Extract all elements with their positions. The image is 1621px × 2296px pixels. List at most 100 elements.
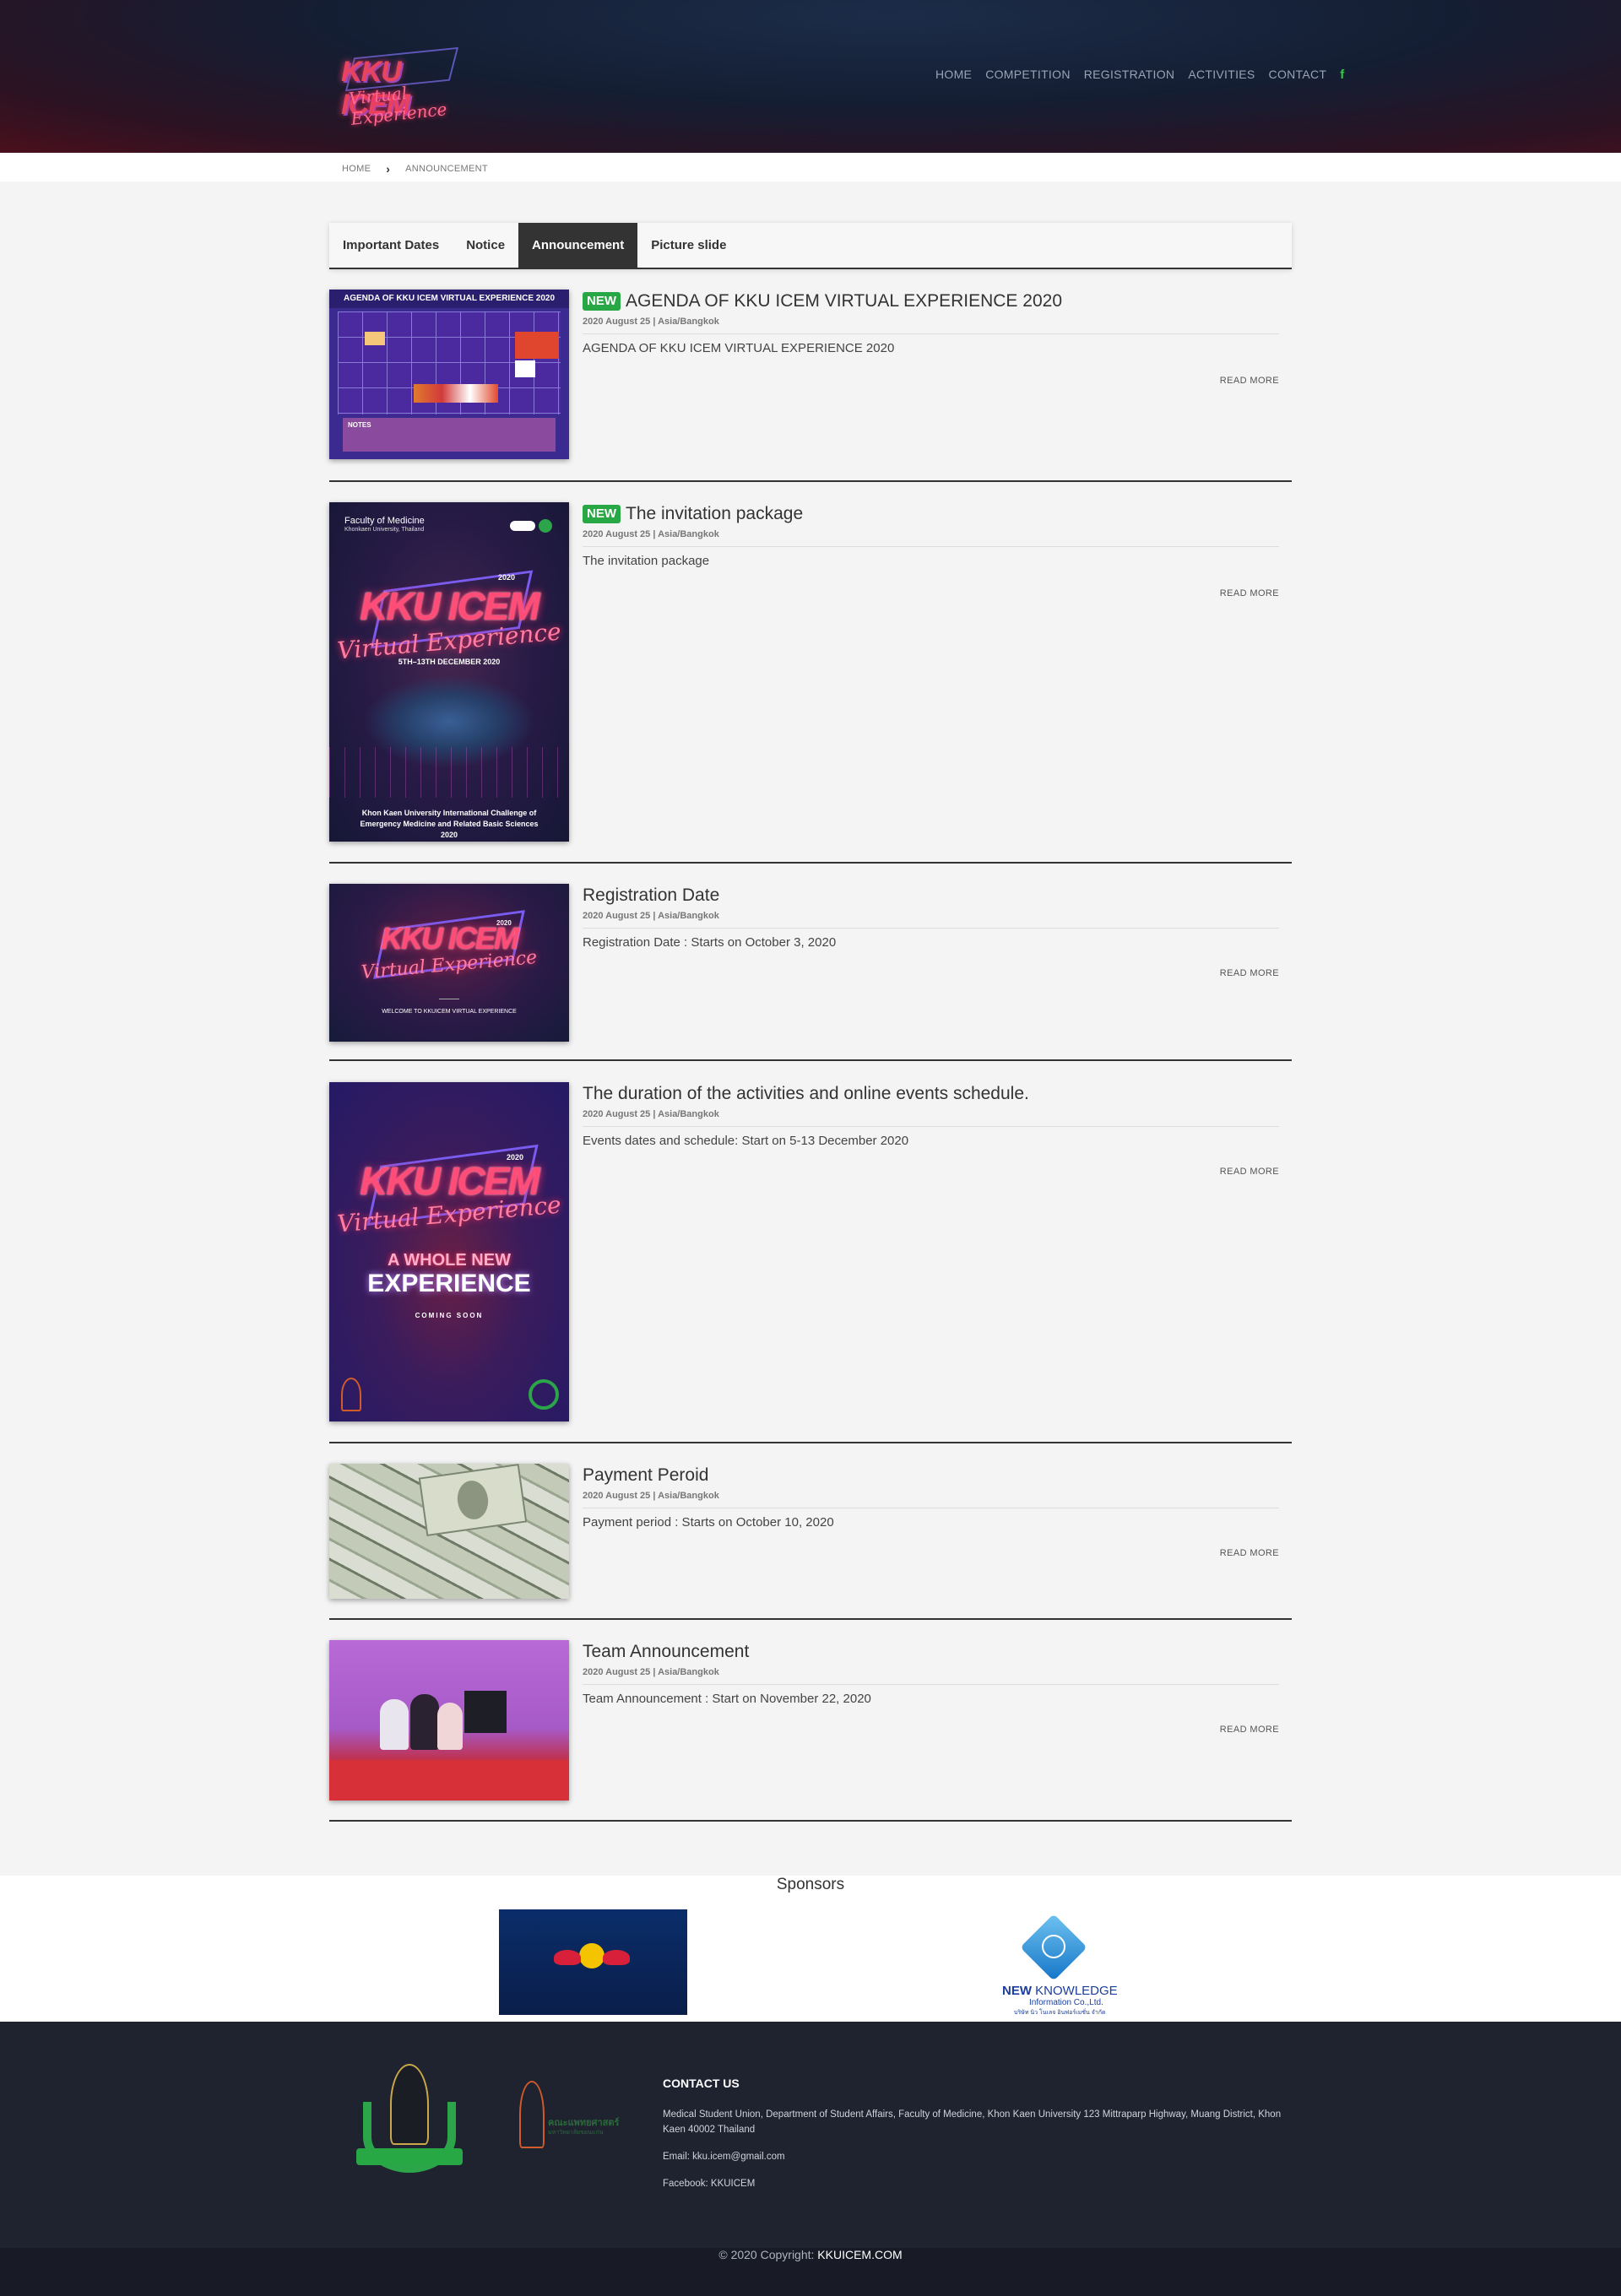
poster-university: Khonkaen University, Thailand [344, 527, 425, 533]
news-content: NEW The invitation package 2020 August 2… [583, 502, 1279, 598]
breadcrumb-home[interactable]: HOME [342, 164, 371, 174]
news-description: AGENDA OF KKU ICEM VIRTUAL EXPERIENCE 20… [583, 341, 895, 355]
news-title[interactable]: NEW The invitation package [583, 502, 1279, 526]
copyright-text: © 2020 Copyright: [718, 2248, 815, 2261]
contact-facebook[interactable]: Facebook: KKUICEM [663, 2176, 1283, 2191]
agenda-cell [515, 332, 559, 359]
news-content: NEW AGENDA OF KKU ICEM VIRTUAL EXPERIENC… [583, 290, 1279, 386]
breadcrumb-bar: HOME › ANNOUNCEMENT [0, 153, 1621, 181]
agenda-thumb-title: AGENDA OF KKU ICEM VIRTUAL EXPERIENCE 20… [329, 290, 569, 308]
contact-address: Medical Student Union, Department of Stu… [663, 2109, 1282, 2135]
poster-dates: 5TH–13TH DECEMBER 2020 [398, 658, 501, 666]
nk-knowledge: KNOWLEDGE [1035, 1984, 1118, 1998]
news-title[interactable]: The duration of the activities and onlin… [583, 1082, 1279, 1106]
nav-activities[interactable]: ACTIVITIES [1188, 68, 1255, 82]
news-item-payment: Payment Peroid 2020 August 25 | Asia/Ban… [329, 1464, 1292, 1620]
duration-thumbnail[interactable]: 2020 KKU ICEM Virtual Experience A WHOLE… [329, 1082, 569, 1421]
news-description: Events dates and schedule: Start on 5-13… [583, 1134, 909, 1148]
newknowledge-sponsor-logo[interactable]: NEW KNOWLEDGE Information Co.,Ltd. บริษั… [1000, 1909, 1127, 2016]
seal-emblem [390, 2064, 429, 2145]
globe-icon [1042, 1935, 1065, 1958]
invitation-thumbnail[interactable]: Faculty of Medicine Khonkaen University,… [329, 502, 569, 842]
news-title-text: The invitation package [626, 504, 804, 523]
nav-contact[interactable]: CONTACT [1269, 68, 1327, 82]
news-content: Payment Peroid 2020 August 25 | Asia/Ban… [583, 1464, 1279, 1558]
nk-name: NEW KNOWLEDGE [1002, 1984, 1118, 1998]
contact-heading: CONTACT US [663, 2077, 740, 2090]
news-title[interactable]: Payment Peroid [583, 1464, 1279, 1487]
news-item-invitation: Faculty of Medicine Khonkaen University,… [329, 502, 1292, 864]
desk [329, 1760, 569, 1801]
person [380, 1699, 409, 1750]
contact-block: CONTACT US Medical Student Union, Depart… [663, 2077, 1283, 2203]
copyright-bar: © 2020 Copyright: KKUICEM.COM [0, 2248, 1621, 2296]
news-description: Payment period : Starts on October 10, 2… [583, 1515, 834, 1530]
poster-grid-floor [329, 747, 569, 798]
tab-picture-slide[interactable]: Picture slide [637, 223, 740, 268]
tab-announcement[interactable]: Announcement [518, 223, 638, 268]
monitor [464, 1691, 507, 1733]
bull-icon [603, 1950, 630, 1965]
poster-faculty: Faculty of Medicine [344, 516, 425, 526]
flame-icon [519, 2081, 545, 2148]
poster-logo-badge [510, 521, 535, 531]
read-more-link[interactable]: READ MORE [1220, 1725, 1279, 1735]
chevron-right-icon: › [386, 162, 391, 176]
nav-home[interactable]: HOME [935, 68, 972, 82]
redbull-sponsor-logo[interactable] [499, 1909, 687, 2015]
read-more-link[interactable]: READ MORE [1220, 968, 1279, 978]
payment-thumbnail[interactable] [329, 1464, 569, 1599]
news-meta: 2020 August 25 | Asia/Bangkok [583, 529, 1279, 547]
nav-competition[interactable]: COMPETITION [985, 68, 1071, 82]
faculty-lamp-logo: คณะแพทยศาสตร์ มหาวิทยาลัยขอนแก่น [511, 2081, 629, 2157]
site-footer: คณะแพทยศาสตร์ มหาวิทยาลัยขอนแก่น CONTACT… [0, 2022, 1621, 2248]
poster-coming-soon: COMING SOON [415, 1312, 484, 1319]
news-item-registration: 2020 KKU ICEM Virtual Experience WELCOME… [329, 884, 1292, 1061]
read-more-link[interactable]: READ MORE [1220, 1167, 1279, 1177]
kkuicem-logo[interactable]: KKU ICEM Virtual Experience [336, 46, 463, 129]
lamp-logo-subtext: มหาวิทยาลัยขอนแก่น [548, 2130, 604, 2136]
poster-seal-icon [539, 519, 552, 533]
category-tabs: Important Dates Notice Announcement Pict… [329, 223, 1292, 269]
news-description: Registration Date : Starts on October 3,… [583, 935, 837, 950]
copyright-site-link[interactable]: KKUICEM.COM [817, 2248, 902, 2261]
site-header: KKU ICEM Virtual Experience HOME COMPETI… [0, 0, 1621, 153]
agenda-thumbnail[interactable]: AGENDA OF KKU ICEM VIRTUAL EXPERIENCE 20… [329, 290, 569, 459]
contact-email[interactable]: Email: kku.icem@gmail.com [663, 2149, 1283, 2164]
news-title[interactable]: NEW AGENDA OF KKU ICEM VIRTUAL EXPERIENC… [583, 290, 1279, 313]
main-nav: HOME COMPETITION REGISTRATION ACTIVITIES… [935, 68, 1358, 82]
read-more-link[interactable]: READ MORE [1220, 376, 1279, 386]
agenda-cell [365, 332, 385, 345]
lamp-logo-icon [341, 1378, 361, 1411]
tab-notice[interactable]: Notice [453, 223, 518, 268]
seal-logo-icon [529, 1379, 559, 1410]
breadcrumb-current: ANNOUNCEMENT [405, 164, 488, 174]
facebook-icon[interactable]: f [1340, 68, 1344, 82]
news-title-text: Payment Peroid [583, 1465, 709, 1485]
news-meta: 2020 August 25 | Asia/Bangkok [583, 1109, 1279, 1127]
nk-thai-name: บริษัท นิว โนเลจ อินฟอร์เมชั่น จำกัด [1014, 2010, 1106, 2016]
news-title-text: Team Announcement [583, 1642, 750, 1661]
news-meta: 2020 August 25 | Asia/Bangkok [583, 1667, 1279, 1685]
news-item-agenda: AGENDA OF KKU ICEM VIRTUAL EXPERIENCE 20… [329, 290, 1292, 482]
registration-thumbnail[interactable]: 2020 KKU ICEM Virtual Experience WELCOME… [329, 884, 569, 1042]
agenda-notes-label: NOTES [348, 421, 371, 429]
news-title-text: AGENDA OF KKU ICEM VIRTUAL EXPERIENCE 20… [626, 291, 1062, 311]
nav-registration[interactable]: REGISTRATION [1084, 68, 1175, 82]
news-meta: 2020 August 25 | Asia/Bangkok [583, 317, 1279, 334]
poster-whole-new: A WHOLE NEW [388, 1251, 511, 1270]
news-content: The duration of the activities and onlin… [583, 1082, 1279, 1177]
read-more-link[interactable]: READ MORE [1220, 588, 1279, 598]
poster-footer: Khon Kaen University International Chall… [360, 809, 539, 839]
new-badge: NEW [583, 292, 621, 311]
read-more-link[interactable]: READ MORE [1220, 1548, 1279, 1558]
team-thumbnail[interactable] [329, 1640, 569, 1801]
seal-ribbon [356, 2148, 463, 2165]
sun-icon [579, 1943, 604, 1968]
tab-important-dates[interactable]: Important Dates [329, 223, 453, 268]
news-title[interactable]: Registration Date [583, 884, 1279, 907]
poster-year: 2020 [498, 573, 516, 582]
agenda-cell [414, 384, 498, 403]
sponsors-section: Sponsors NEW KNOWLEDGE Information Co.,L… [0, 1876, 1621, 2022]
news-title[interactable]: Team Announcement [583, 1640, 1279, 1664]
